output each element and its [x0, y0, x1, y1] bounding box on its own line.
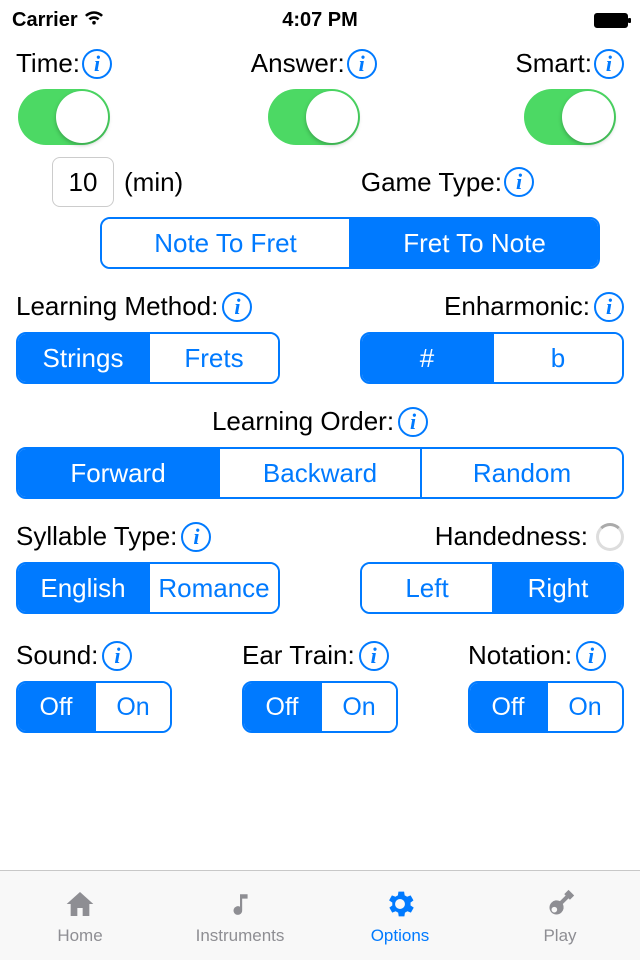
smart-label: Smart: [515, 48, 592, 79]
time-toggle[interactable] [18, 89, 110, 145]
info-icon[interactable]: i [359, 641, 389, 671]
tab-options[interactable]: Options [320, 871, 480, 960]
notation-segment: Off On [468, 681, 624, 733]
game-type-segment: Note To Fret Fret To Note [100, 217, 600, 269]
learning-order-random[interactable]: Random [420, 449, 622, 497]
answer-label: Answer: [251, 48, 345, 79]
tab-label: Home [57, 926, 102, 946]
handedness-segment: Left Right [360, 562, 624, 614]
tab-instruments[interactable]: Instruments [160, 871, 320, 960]
info-icon[interactable]: i [504, 167, 534, 197]
home-icon [62, 886, 98, 922]
info-icon[interactable]: i [576, 641, 606, 671]
minutes-unit-label: (min) [124, 167, 183, 198]
sound-on[interactable]: On [94, 683, 170, 731]
enharmonic-segment: # b [360, 332, 624, 384]
notation-off[interactable]: Off [470, 683, 546, 731]
guitar-icon [542, 886, 578, 922]
game-type-fret-to-note[interactable]: Fret To Note [349, 219, 598, 267]
info-icon[interactable]: i [594, 49, 624, 79]
ear-train-label: Ear Train: [242, 640, 355, 671]
game-type-label: Game Type: [361, 167, 502, 198]
game-type-note-to-fret[interactable]: Note To Fret [102, 219, 349, 267]
tab-home[interactable]: Home [0, 871, 160, 960]
info-icon[interactable]: i [222, 292, 252, 322]
learning-order-label: Learning Order: [212, 406, 394, 437]
syllable-segment: English Romance [16, 562, 280, 614]
tab-label: Play [543, 926, 576, 946]
syllable-romance[interactable]: Romance [148, 564, 278, 612]
smart-toggle[interactable] [524, 89, 616, 145]
wifi-icon [84, 10, 104, 31]
carrier-label: Carrier [12, 9, 78, 32]
battery-icon [594, 13, 628, 28]
time-minutes-input[interactable] [52, 157, 114, 207]
learning-method-frets[interactable]: Frets [148, 334, 278, 382]
handedness-label: Handedness: [435, 521, 588, 552]
music-note-icon [222, 886, 258, 922]
answer-toggle[interactable] [268, 89, 360, 145]
info-icon[interactable]: i [102, 641, 132, 671]
ear-train-off[interactable]: Off [244, 683, 320, 731]
learning-order-segment: Forward Backward Random [16, 447, 624, 499]
gear-icon [382, 886, 418, 922]
tab-bar: Home Instruments Options Play [0, 870, 640, 960]
time-label: Time: [16, 48, 80, 79]
handedness-right[interactable]: Right [492, 564, 622, 612]
sound-label: Sound: [16, 640, 98, 671]
learning-order-forward[interactable]: Forward [18, 449, 218, 497]
enharmonic-label: Enharmonic: [444, 291, 590, 322]
loading-spinner-icon [596, 523, 624, 551]
sound-segment: Off On [16, 681, 172, 733]
syllable-english[interactable]: English [18, 564, 148, 612]
info-icon[interactable]: i [594, 292, 624, 322]
learning-method-label: Learning Method: [16, 291, 218, 322]
tab-label: Instruments [196, 926, 285, 946]
ear-train-on[interactable]: On [320, 683, 396, 731]
enharmonic-sharp[interactable]: # [362, 334, 492, 382]
enharmonic-flat[interactable]: b [492, 334, 622, 382]
sound-off[interactable]: Off [18, 683, 94, 731]
notation-label: Notation: [468, 640, 572, 671]
ear-train-segment: Off On [242, 681, 398, 733]
learning-method-segment: Strings Frets [16, 332, 280, 384]
tab-label: Options [371, 926, 430, 946]
info-icon[interactable]: i [347, 49, 377, 79]
info-icon[interactable]: i [398, 407, 428, 437]
syllable-type-label: Syllable Type: [16, 521, 177, 552]
info-icon[interactable]: i [82, 49, 112, 79]
info-icon[interactable]: i [181, 522, 211, 552]
notation-on[interactable]: On [546, 683, 622, 731]
learning-method-strings[interactable]: Strings [18, 334, 148, 382]
status-bar: Carrier 4:07 PM [0, 0, 640, 40]
learning-order-backward[interactable]: Backward [218, 449, 420, 497]
tab-play[interactable]: Play [480, 871, 640, 960]
handedness-left[interactable]: Left [362, 564, 492, 612]
